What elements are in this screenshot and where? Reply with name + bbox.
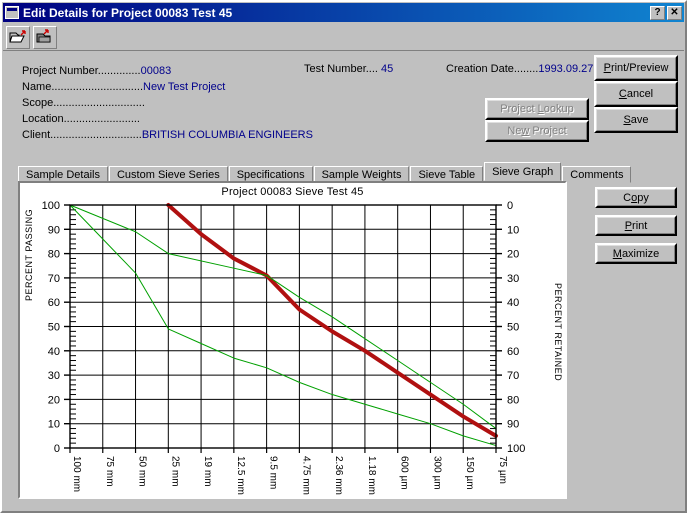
action-button-column: PPrint/Previewrint/Preview CancelCancel … [594, 55, 678, 133]
svg-text:600 µm: 600 µm [399, 456, 410, 490]
open-project-button[interactable] [6, 25, 30, 49]
window-icon [5, 6, 19, 19]
svg-text:12.5 mm: 12.5 mm [235, 456, 246, 495]
svg-text:80: 80 [507, 394, 519, 406]
copy-button[interactable]: CopyCopy [595, 187, 677, 208]
client-value[interactable]: BRITISH COLUMBIA ENGINEERS [142, 129, 313, 141]
svg-text:70: 70 [48, 273, 60, 285]
svg-text:40: 40 [48, 346, 60, 358]
field-name: Name..............................New Te… [22, 79, 685, 95]
svg-text:30: 30 [48, 370, 60, 382]
plot-area: 0 10 20 30 40 50 60 70 80 90 100 0 10 20 30 40 50 60 70 80 9… [20, 183, 565, 497]
save-button[interactable]: SaveSave [594, 107, 678, 133]
project-lookup-button[interactable]: Project LookupProject Lookup [485, 98, 589, 120]
scope-label: Scope.............................. [22, 97, 145, 109]
name-value[interactable]: New Test Project [143, 81, 225, 93]
close-button[interactable]: ✕ [667, 5, 682, 20]
test-number-value[interactable]: 45 [381, 63, 393, 75]
svg-text:0: 0 [54, 443, 60, 455]
location-label: Location......................... [22, 113, 140, 125]
print-preview-button[interactable]: PPrint/Previewrint/Preview [594, 55, 678, 81]
field-creation-date: Creation Date........1993.09.27 [446, 63, 593, 75]
creation-date-value[interactable]: 1993.09.27 [538, 63, 593, 75]
project-number-value[interactable]: 00083 [141, 65, 172, 77]
client-label: Client.............................. [22, 129, 142, 141]
svg-text:75 µm: 75 µm [497, 456, 508, 484]
maximize-button[interactable]: MaximizeMaximize [595, 243, 677, 264]
svg-text:1.18 mm: 1.18 mm [366, 456, 377, 495]
window-title: Edit Details for Project 00083 Test 45 [23, 5, 233, 20]
svg-text:50: 50 [48, 322, 60, 334]
svg-text:4.75 mm: 4.75 mm [300, 456, 311, 495]
svg-text:90: 90 [507, 419, 519, 431]
svg-text:19 mm: 19 mm [202, 456, 213, 487]
lookup-button-column: Project LookupProject Lookup New Project… [485, 98, 589, 142]
svg-text:80: 80 [48, 249, 60, 261]
series-line-2 [69, 204, 497, 447]
sieve-curve-svg: 0 10 20 30 40 50 60 70 80 90 100 0 10 20 30 40 50 60 70 80 9… [42, 200, 526, 495]
sieve-graph-panel: Project 00083 Sieve Test 45 PERCENT PASS… [18, 181, 567, 499]
svg-text:60: 60 [507, 346, 519, 358]
svg-text:100: 100 [42, 200, 60, 212]
help-button[interactable]: ? [650, 5, 665, 20]
creation-date-label: Creation Date........ [446, 63, 539, 75]
svg-text:30: 30 [507, 273, 519, 285]
svg-text:10: 10 [507, 224, 519, 236]
name-label: Name.............................. [22, 81, 144, 93]
svg-text:100 mm: 100 mm [71, 456, 82, 492]
svg-text:60: 60 [48, 297, 60, 309]
svg-text:2.36 mm: 2.36 mm [333, 456, 344, 495]
edit-details-window: Edit Details for Project 00083 Test 45 ?… [0, 0, 687, 513]
svg-text:20: 20 [507, 249, 519, 261]
test-number-label: Test Number.... [304, 63, 378, 75]
cancel-button[interactable]: CancelCancel [594, 81, 678, 107]
svg-text:70: 70 [507, 370, 519, 382]
svg-text:50 mm: 50 mm [137, 456, 148, 487]
svg-text:20: 20 [48, 394, 60, 406]
tab-strip: Sample Details Custom Sieve Series Speci… [18, 162, 675, 183]
svg-text:150 µm: 150 µm [464, 456, 475, 490]
svg-text:300 µm: 300 µm [431, 456, 442, 490]
svg-text:10: 10 [48, 419, 60, 431]
chart-button-column: CopyCopy PrintPrint MaximizeMaximize [595, 187, 677, 264]
svg-text:90: 90 [48, 224, 60, 236]
new-project-button[interactable]: New ProjectNew Project [485, 120, 589, 142]
save-project-button[interactable] [33, 25, 57, 49]
svg-text:9.5 mm: 9.5 mm [268, 456, 279, 489]
tab-comments[interactable]: Comments [562, 166, 632, 183]
svg-text:100: 100 [507, 443, 525, 455]
svg-text:75 mm: 75 mm [104, 456, 115, 487]
field-test-number: Test Number.... 45 [304, 63, 393, 75]
window-controls: ? ✕ [650, 5, 682, 20]
tab-sieve-graph[interactable]: Sieve Graph [484, 162, 562, 181]
print-button[interactable]: PrintPrint [595, 215, 677, 236]
toolbar [3, 24, 684, 51]
title-bar: Edit Details for Project 00083 Test 45 ?… [3, 3, 684, 22]
svg-text:0: 0 [507, 200, 513, 212]
svg-text:40: 40 [507, 297, 519, 309]
svg-text:50: 50 [507, 322, 519, 334]
project-number-label: Project Number.............. [22, 65, 141, 77]
svg-text:25 mm: 25 mm [169, 456, 180, 487]
